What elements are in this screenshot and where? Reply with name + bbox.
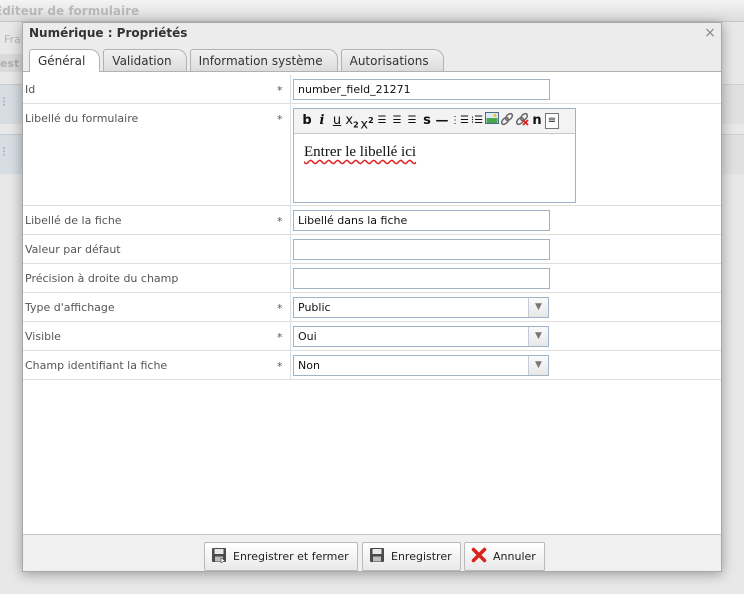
column-divider bbox=[290, 322, 291, 350]
strikethrough-icon[interactable]: s bbox=[420, 112, 434, 130]
unlink-icon[interactable] bbox=[515, 112, 529, 130]
editor-toolbar: b i u x2 x2 ☰ ☰ ☰ s — ⋮☰ ⁝☰ n ≡ bbox=[294, 109, 575, 134]
default-value-label: Valeur par défaut bbox=[25, 243, 121, 256]
visible-label: Visible bbox=[25, 330, 61, 343]
italic-icon[interactable]: i bbox=[315, 112, 329, 130]
display-type-select[interactable]: Public ▼ bbox=[293, 297, 549, 318]
save-and-close-label: Enregistrer et fermer bbox=[233, 550, 349, 563]
editor-content[interactable]: Entrer le libellé ici bbox=[304, 144, 416, 161]
align-left-icon[interactable]: ☰ bbox=[375, 112, 389, 130]
display-type-value: Public bbox=[298, 301, 331, 314]
save-button[interactable]: Enregistrer bbox=[362, 542, 461, 571]
background-row: ⁝ bbox=[0, 134, 22, 174]
tab-authorizations[interactable]: Autorisations bbox=[340, 49, 444, 71]
tab-general[interactable]: Général bbox=[29, 49, 101, 72]
field-row-visible: Visible * Oui ▼ bbox=[23, 322, 721, 351]
chevron-down-icon[interactable]: ▼ bbox=[528, 356, 548, 375]
field-row-id: Id * number_field_21271 bbox=[23, 75, 721, 104]
column-divider bbox=[290, 235, 291, 263]
background-tab: Fra bbox=[4, 33, 21, 46]
required-marker: * bbox=[277, 331, 283, 344]
cancel-icon bbox=[471, 547, 487, 566]
id-label: Id bbox=[25, 83, 36, 96]
unordered-list-icon[interactable]: ⁝☰ bbox=[470, 112, 484, 130]
align-right-icon[interactable]: ☰ bbox=[405, 112, 419, 130]
subscript-icon[interactable]: x2 bbox=[345, 112, 359, 130]
required-marker: * bbox=[277, 360, 283, 373]
cancel-label: Annuler bbox=[493, 550, 536, 563]
identifier-select[interactable]: Non ▼ bbox=[293, 355, 549, 376]
visible-value: Oui bbox=[298, 330, 317, 343]
default-value-input[interactable] bbox=[293, 239, 550, 260]
column-divider bbox=[290, 75, 291, 103]
save-close-icon bbox=[211, 547, 227, 566]
background-row-right bbox=[722, 134, 744, 174]
justify-icon[interactable]: ☰ bbox=[390, 112, 404, 130]
tab-bar: Général Validation Information système A… bbox=[29, 49, 447, 72]
image-icon[interactable] bbox=[484, 112, 499, 130]
horizontal-rule-icon[interactable]: — bbox=[435, 112, 449, 130]
required-marker: * bbox=[277, 84, 283, 97]
field-row-form-label: Libellé du formulaire * b i u x2 x2 ☰ ☰ … bbox=[23, 104, 721, 206]
dialog-header[interactable]: Numérique : Propriétés bbox=[23, 23, 721, 45]
link-icon[interactable] bbox=[500, 112, 514, 130]
required-marker: * bbox=[277, 302, 283, 315]
properties-dialog: Numérique : Propriétés × Général Validat… bbox=[22, 22, 722, 572]
required-marker: * bbox=[277, 215, 283, 228]
tab-system-information[interactable]: Information système bbox=[189, 49, 338, 71]
underline-icon[interactable]: u bbox=[330, 112, 344, 130]
right-precision-input[interactable] bbox=[293, 268, 550, 289]
field-row-sheet-label: Libellé de la fiche * Libellé dans la fi… bbox=[23, 206, 721, 235]
form-label-label: Libellé du formulaire bbox=[25, 112, 139, 125]
source-icon[interactable]: ≡ bbox=[544, 113, 559, 129]
background-row: ⁝ bbox=[0, 84, 22, 124]
sheet-label-input[interactable]: Libellé dans la fiche bbox=[293, 210, 550, 231]
identifier-label: Champ identifiant la fiche bbox=[25, 359, 168, 372]
cancel-button[interactable]: Annuler bbox=[464, 542, 545, 571]
required-marker: * bbox=[277, 113, 283, 126]
background-section-header: est bbox=[0, 54, 22, 72]
right-precision-label: Précision à droite du champ bbox=[25, 272, 179, 285]
dialog-footer: Enregistrer et fermer Enregistrer Annule… bbox=[23, 534, 721, 571]
close-icon[interactable]: × bbox=[703, 25, 717, 41]
n-icon[interactable]: n bbox=[530, 112, 544, 130]
column-divider bbox=[290, 206, 291, 234]
tab-validation[interactable]: Validation bbox=[103, 49, 187, 71]
display-type-label: Type d'affichage bbox=[25, 301, 115, 314]
background-window-title: Éditeur de formulaire bbox=[0, 0, 744, 22]
superscript-icon[interactable]: x2 bbox=[360, 112, 374, 132]
visible-select[interactable]: Oui ▼ bbox=[293, 326, 549, 347]
chevron-down-icon[interactable]: ▼ bbox=[528, 298, 548, 317]
column-divider bbox=[290, 293, 291, 321]
ordered-list-icon[interactable]: ⋮☰ bbox=[450, 112, 469, 130]
column-divider bbox=[290, 351, 291, 379]
bold-icon[interactable]: b bbox=[300, 112, 314, 130]
save-and-close-button[interactable]: Enregistrer et fermer bbox=[204, 542, 358, 571]
dialog-title: Numérique : Propriétés bbox=[29, 26, 188, 40]
identifier-value: Non bbox=[298, 359, 320, 372]
id-input[interactable]: number_field_21271 bbox=[293, 79, 550, 100]
column-divider bbox=[290, 104, 291, 205]
field-row-default-value: Valeur par défaut bbox=[23, 235, 721, 264]
background-row-right bbox=[722, 84, 744, 124]
field-row-right-precision: Précision à droite du champ bbox=[23, 264, 721, 293]
field-row-display-type: Type d'affichage * Public ▼ bbox=[23, 293, 721, 322]
sheet-label-label: Libellé de la fiche bbox=[25, 214, 122, 227]
general-panel: Id * number_field_21271 Libellé du formu… bbox=[23, 71, 721, 534]
editor-text: Entrer le libellé ici bbox=[304, 144, 417, 160]
save-label: Enregistrer bbox=[391, 550, 452, 563]
chevron-down-icon[interactable]: ▼ bbox=[528, 327, 548, 346]
rich-text-editor[interactable]: b i u x2 x2 ☰ ☰ ☰ s — ⋮☰ ⁝☰ n ≡ Entrer l… bbox=[293, 108, 576, 203]
save-icon bbox=[369, 547, 385, 566]
field-row-identifier: Champ identifiant la fiche * Non ▼ bbox=[23, 351, 721, 380]
column-divider bbox=[290, 264, 291, 292]
